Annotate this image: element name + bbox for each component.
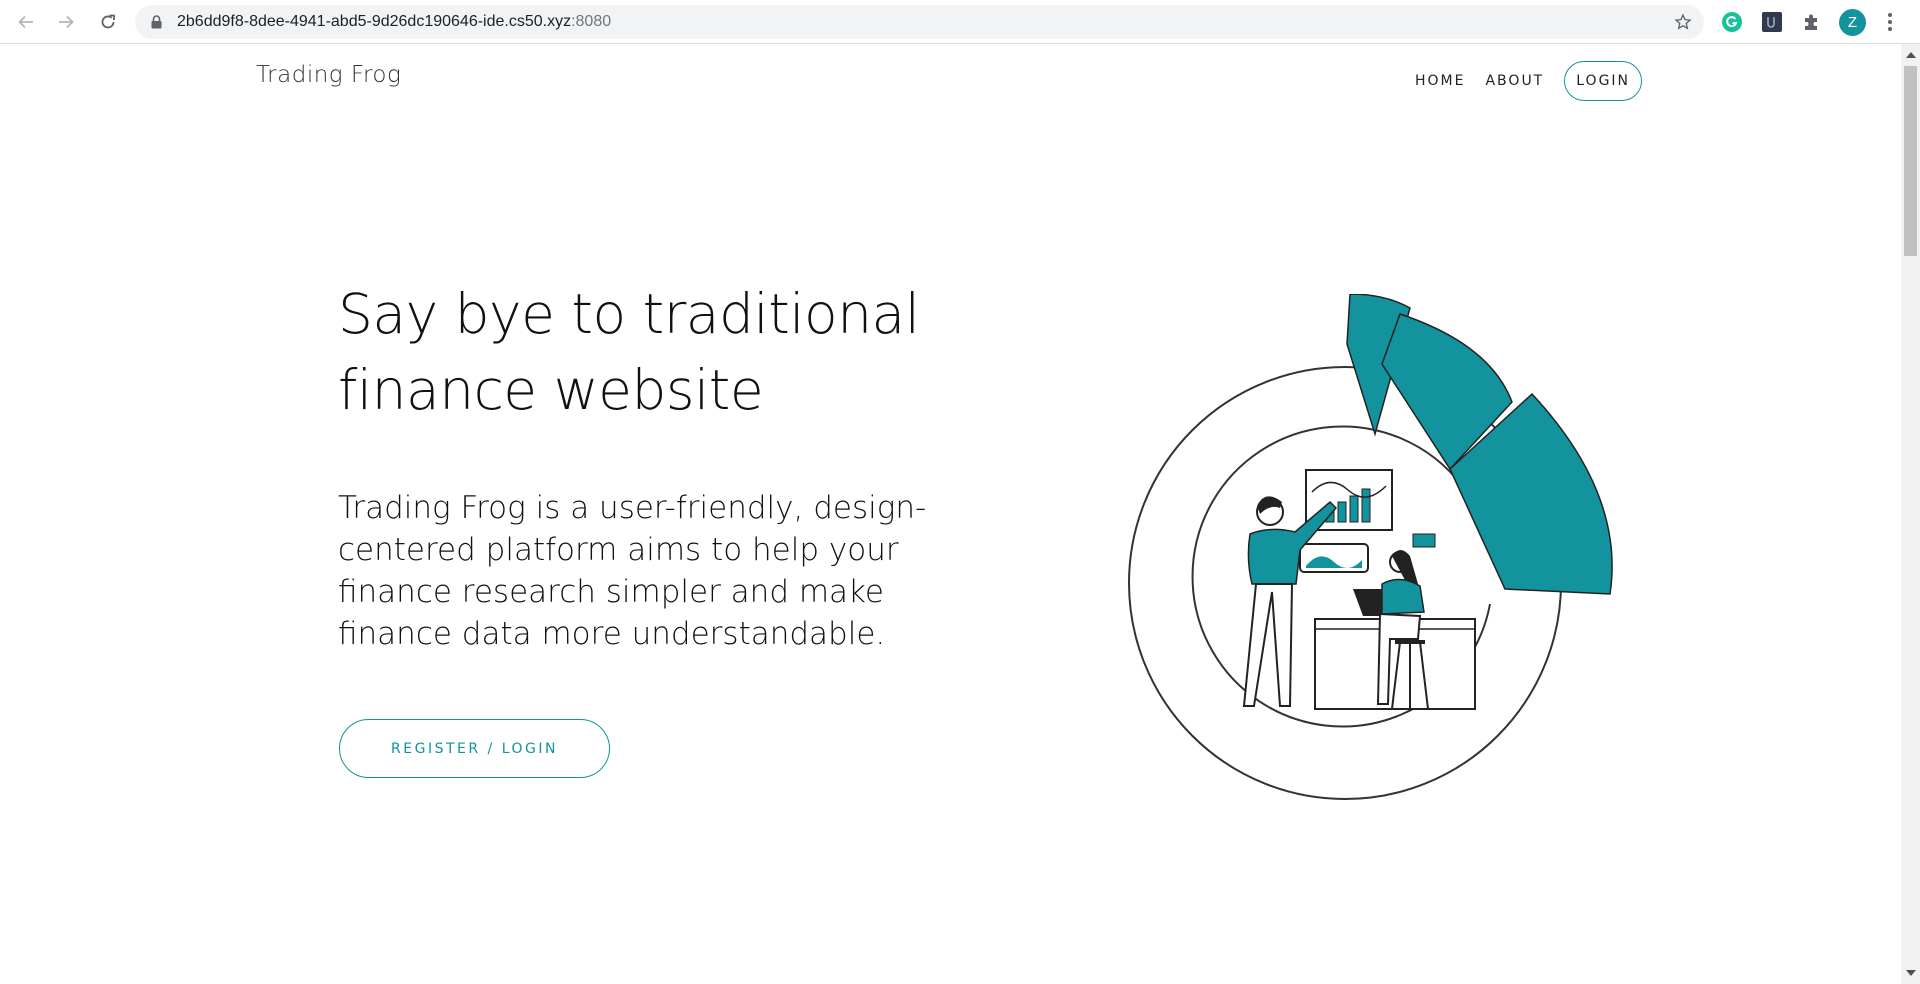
forward-arrow-icon (59, 15, 74, 29)
browser-toolbar: 2b6dd9f8-8dee-4941-abd5-9d26dc190646-ide… (0, 0, 1920, 44)
extension-icon (1762, 12, 1782, 32)
extensions-button[interactable] (1799, 9, 1825, 35)
nav-home-link[interactable]: HOME (1415, 73, 1465, 89)
browser-menu-button[interactable] (1884, 10, 1896, 38)
kebab-menu-icon (1888, 13, 1892, 31)
url-port: :8080 (571, 13, 612, 30)
woman-body (1381, 578, 1425, 615)
scroll-up-arrow-icon[interactable] (1906, 52, 1916, 58)
grammarly-extension[interactable] (1719, 9, 1745, 35)
forward-button[interactable] (48, 8, 84, 36)
lock-icon (151, 15, 162, 29)
nav-login-button[interactable]: LOGIN (1564, 61, 1643, 101)
address-bar[interactable]: 2b6dd9f8-8dee-4941-abd5-9d26dc190646-ide… (135, 5, 1704, 39)
finance-illustration (1128, 294, 1613, 800)
top-navigation: HOME ABOUT LOGIN (1415, 60, 1643, 102)
star-icon[interactable] (1674, 13, 1692, 31)
puzzle-icon (1805, 14, 1817, 30)
register-login-button[interactable]: REGISTER / LOGIN (339, 719, 610, 778)
grammarly-icon (1722, 12, 1742, 32)
reload-button[interactable] (90, 8, 126, 36)
profile-avatar[interactable]: Z (1839, 9, 1866, 36)
dark-extension[interactable] (1759, 9, 1785, 35)
url-host: 2b6dd9f8-8dee-4941-abd5-9d26dc190646-ide… (177, 13, 572, 30)
hero-title-line-2: finance website (338, 358, 764, 422)
scroll-thumb[interactable] (1904, 66, 1917, 256)
hero-title-line-1: Say bye to traditional (338, 282, 920, 346)
reload-icon (101, 14, 115, 29)
brand-logo-text[interactable]: Trading Frog (256, 62, 401, 88)
chat-bubble (1412, 533, 1436, 548)
hero-title: Say bye to traditional finance website (338, 276, 978, 428)
page-scrollbar[interactable] (1901, 44, 1920, 984)
page-content: Trading Frog HOME ABOUT LOGIN Say bye to… (0, 44, 1901, 984)
back-arrow-icon (18, 15, 33, 29)
scroll-down-arrow-icon[interactable] (1906, 970, 1916, 976)
hero-description: Trading Frog is a user-friendly, design-… (338, 490, 927, 652)
nav-about-link[interactable]: ABOUT (1485, 73, 1544, 89)
back-button[interactable] (8, 8, 44, 36)
url-text: 2b6dd9f8-8dee-4941-abd5-9d26dc190646-ide… (177, 13, 611, 31)
